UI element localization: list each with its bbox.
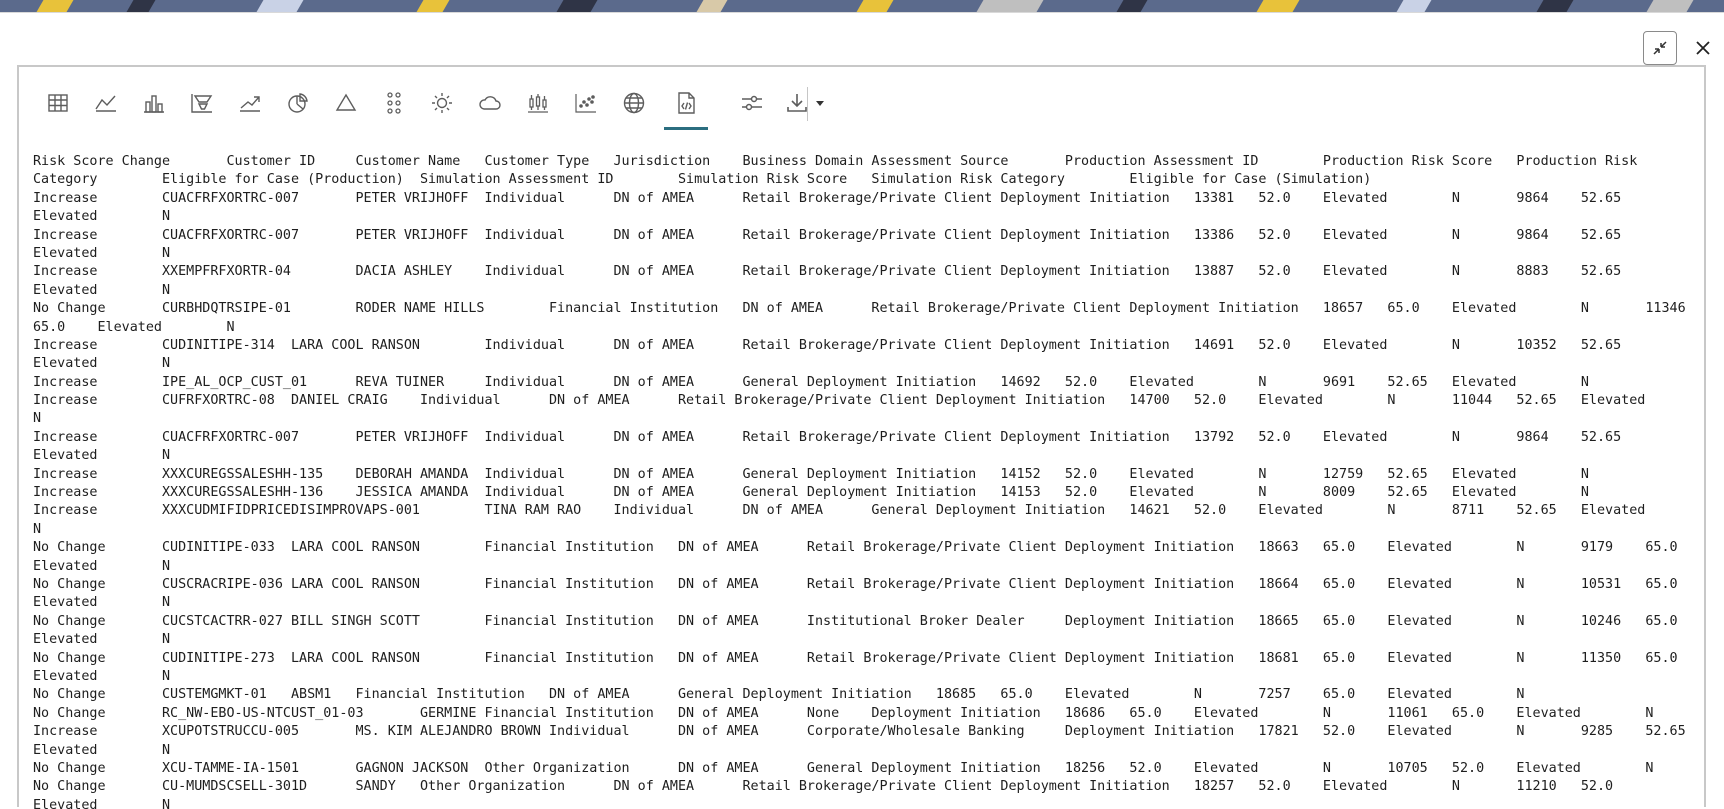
word-cloud-button[interactable] [471, 85, 509, 121]
minimize-button[interactable] [1643, 31, 1677, 65]
report-line: Increase XCUPOTSTRUCCU-005 MS. KIM ALEJA… [33, 724, 1686, 740]
report-line: No Change CU-MUMDSCSELL-301D SANDY Other… [33, 779, 1614, 795]
report-line: No Change RC_NW-EBO-US-NTCUST_01-03 GERM… [33, 705, 1654, 721]
report-line: Elevated N [33, 595, 171, 611]
report-line: No Change XCU-TAMME-IA-1501 GAGNON JACKS… [33, 760, 1654, 776]
funnel-chart-button[interactable] [183, 85, 221, 121]
report-line: 65.0 Elevated N [33, 319, 235, 335]
close-icon [1696, 41, 1710, 55]
funnel-chart-icon [191, 94, 213, 113]
report-line: No Change CUSTEMGMKT-01 ABSM1 Financial … [33, 687, 1525, 703]
report-line: Increase XXEMPFRFXORTR-04 DACIA ASHLEY I… [33, 264, 1622, 280]
scatter-icon [575, 94, 596, 113]
report-line: Increase CUACFRFXORTRC-007 PETER VRIJHOF… [33, 190, 1622, 206]
report-line: No Change CUCSTCACTRR-027 BILL SINGH SCO… [33, 613, 1678, 629]
report-line: Elevated N [33, 448, 171, 464]
report-panel: Risk Score Change Customer ID Customer N… [17, 65, 1706, 809]
dot-matrix-button[interactable] [375, 85, 413, 121]
close-button[interactable] [1686, 31, 1720, 65]
trend-line-icon [240, 96, 260, 112]
triangle-icon [335, 93, 357, 111]
report-line: No Change CUDINITIPE-033 LARA COOL RANSO… [33, 540, 1678, 556]
report-line: Increase XXXCUREGSSALESHH-136 JESSICA AM… [33, 485, 1589, 501]
report-line: N [33, 521, 42, 537]
settings-sliders-icon [742, 95, 762, 111]
report-line: Increase CUDINITIPE-314 LARA COOL RANSON… [33, 337, 1622, 353]
report-line: Increase CUACFRFXORTRC-007 PETER VRIJHOF… [33, 227, 1622, 243]
settings-button[interactable] [733, 85, 771, 121]
table-icon [48, 94, 68, 112]
pyramid-chart-button[interactable] [327, 85, 365, 121]
line-chart-icon [95, 95, 116, 112]
report-line: Elevated N [33, 632, 171, 648]
bar-chart-button[interactable] [135, 85, 173, 121]
decorative-banner [0, 0, 1724, 12]
report-line: Elevated N [33, 797, 171, 809]
download-menu-button[interactable] [777, 85, 833, 121]
code-file-icon [678, 92, 695, 114]
trend-chart-button[interactable] [231, 85, 269, 121]
report-line: Category Eligible for Case (Production) … [33, 172, 1372, 188]
report-line: Increase XXXCUDMIFIDPRICEDISIMPROVAPS-00… [33, 503, 1646, 519]
code-view-button[interactable] [664, 85, 708, 130]
dot-matrix-icon [387, 92, 401, 114]
table-view-button[interactable] [39, 85, 77, 121]
report-line: Increase IPE_AL_OCP_CUST_01 REVA TUINER … [33, 374, 1589, 390]
report-line: No Change CUSCRACRIPE-036 LARA COOL RANS… [33, 576, 1678, 592]
bar-chart-icon [144, 95, 164, 113]
download-icon [787, 94, 807, 112]
scatter-plot-button[interactable] [567, 85, 605, 121]
report-line: Elevated N [33, 558, 171, 574]
report-line: No Change CUDINITIPE-273 LARA COOL RANSO… [33, 650, 1678, 666]
pie-chart-button[interactable] [279, 85, 317, 121]
box-plot-button[interactable] [519, 85, 557, 121]
box-plot-icon [528, 94, 548, 113]
pie-chart-icon [288, 93, 308, 113]
view-toolbar [19, 67, 1704, 137]
report-line: N [33, 411, 42, 427]
sun-icon [432, 93, 452, 113]
caret-down-icon [816, 101, 824, 106]
map-view-button[interactable] [615, 85, 653, 121]
report-line: Elevated N [33, 245, 171, 261]
sunburst-chart-button[interactable] [423, 85, 461, 121]
report-line: Increase CUFRFXORTRC-08 DANIEL CRAIG Ind… [33, 393, 1646, 409]
cloud-icon [479, 96, 501, 110]
collapse-icon [1653, 41, 1667, 55]
line-chart-button[interactable] [87, 85, 125, 121]
report-line: No Change CURBHDQTRSIPE-01 RODER NAME HI… [33, 301, 1686, 317]
report-dialog: Risk Score Change Customer ID Customer N… [0, 12, 1724, 809]
report-line: Risk Score Change Customer ID Customer N… [33, 154, 1638, 169]
report-line: Elevated N [33, 282, 171, 298]
report-line: Increase XXXCUREGSSALESHH-135 DEBORAH AM… [33, 466, 1589, 482]
report-line: Elevated N [33, 209, 171, 225]
report-line: Elevated N [33, 742, 171, 758]
report-line: Elevated N [33, 356, 171, 372]
report-line: Increase CUACFRFXORTRC-007 PETER VRIJHOF… [33, 429, 1622, 445]
globe-icon [623, 92, 645, 114]
report-line: Elevated N [33, 668, 171, 684]
report-text-output: Risk Score Change Customer ID Customer N… [33, 153, 1693, 809]
